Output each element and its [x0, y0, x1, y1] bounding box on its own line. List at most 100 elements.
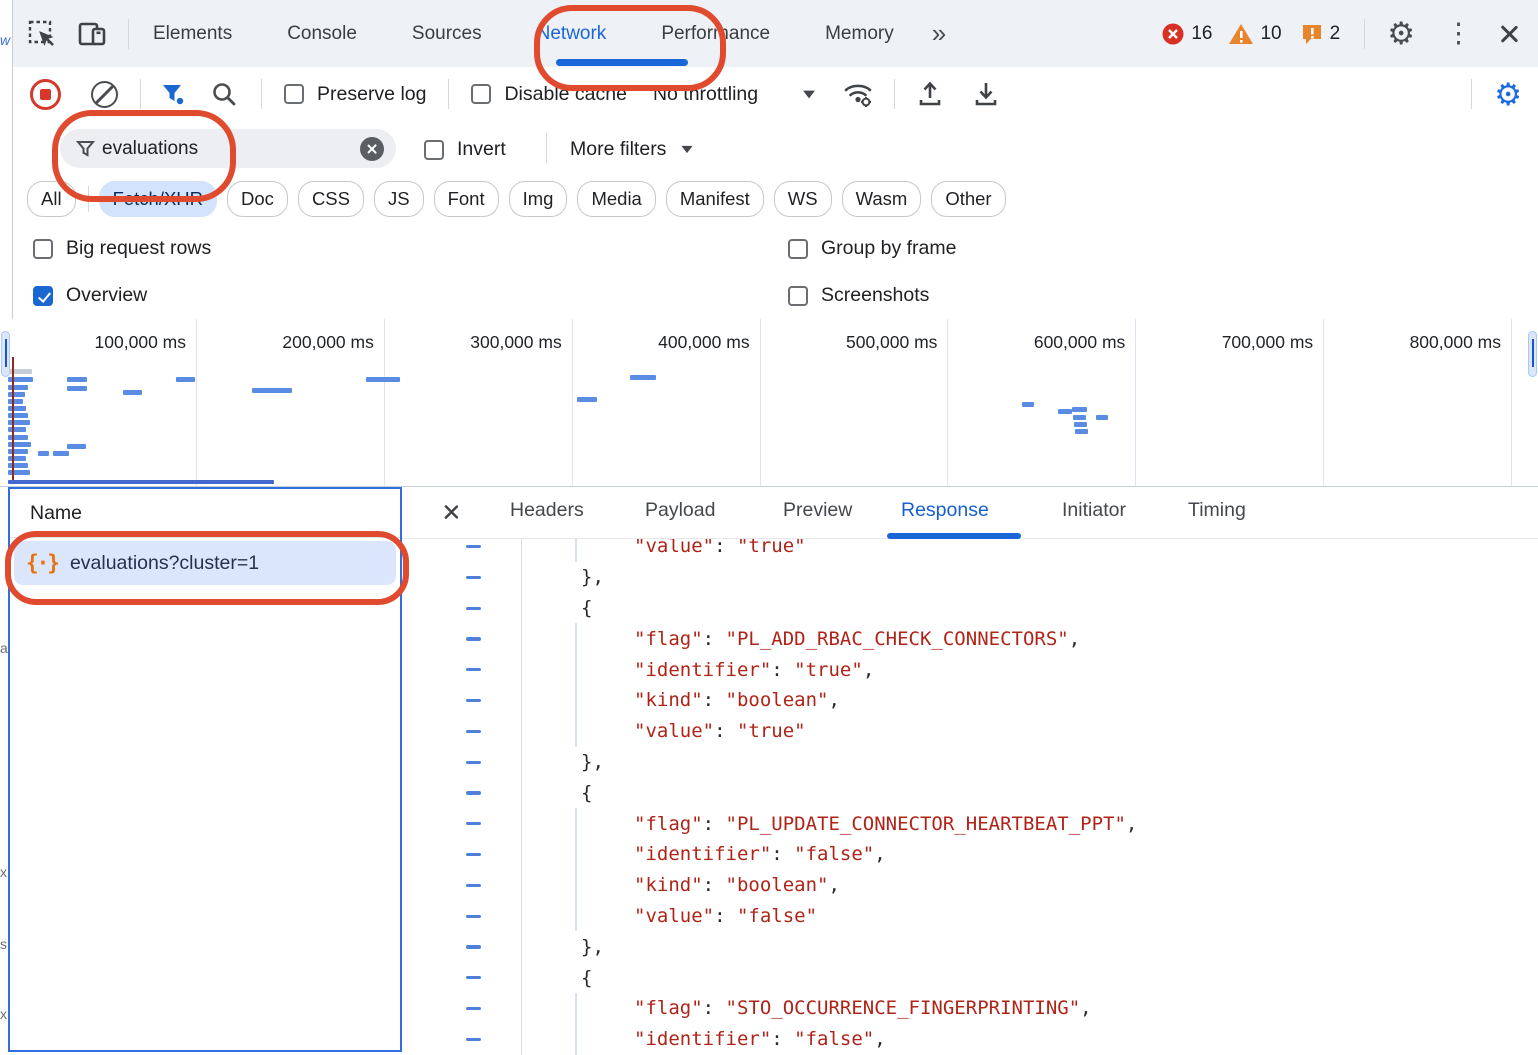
type-chip-doc[interactable]: Doc — [227, 181, 288, 217]
fold-marker-icon[interactable] — [466, 884, 481, 887]
waterfall-bar — [1058, 409, 1072, 414]
code-fold-gutter[interactable] — [402, 901, 522, 932]
detail-tab-initiator[interactable]: Initiator — [1062, 499, 1126, 522]
name-column-header[interactable]: Name — [30, 502, 82, 525]
overview-checkbox[interactable]: Overview — [33, 284, 147, 307]
type-chip-img[interactable]: Img — [509, 181, 568, 217]
code-fold-gutter[interactable] — [402, 962, 522, 993]
response-viewer[interactable]: "value": "true"},{"flag": "PL_ADD_RBAC_C… — [402, 531, 1538, 1052]
clear-filter-icon[interactable] — [360, 137, 384, 161]
overview-right-handle[interactable] — [1528, 331, 1537, 377]
fold-marker-icon[interactable] — [466, 730, 481, 733]
type-chip-fetch-xhr[interactable]: Fetch/XHR — [99, 181, 217, 217]
request-list-header[interactable]: Name — [10, 489, 400, 538]
throttling-select[interactable]: No throttling — [653, 83, 816, 106]
type-chip-css[interactable]: CSS — [298, 181, 364, 217]
issue-count[interactable]: 2 — [1330, 23, 1341, 45]
code-fold-gutter[interactable] — [402, 593, 522, 624]
error-badge-icon[interactable] — [1161, 22, 1185, 46]
issues-badge-icon[interactable] — [1300, 22, 1324, 46]
code-fold-gutter[interactable] — [402, 562, 522, 593]
fold-marker-icon[interactable] — [466, 576, 481, 579]
tab-elements[interactable]: Elements — [147, 23, 238, 45]
fold-marker-icon[interactable] — [466, 945, 481, 948]
type-chip-ws[interactable]: WS — [774, 181, 832, 217]
detail-tab-headers[interactable]: Headers — [510, 499, 584, 522]
close-devtools-icon[interactable] — [1498, 23, 1520, 45]
fold-marker-icon[interactable] — [466, 822, 481, 825]
more-tabs-chevron-icon[interactable]: » — [932, 18, 946, 49]
code-fold-gutter[interactable] — [402, 654, 522, 685]
detail-tab-preview[interactable]: Preview — [783, 499, 852, 522]
group-by-frame-checkbox[interactable]: Group by frame — [788, 237, 956, 260]
device-toolbar-icon[interactable] — [78, 20, 108, 48]
detail-tab-timing[interactable]: Timing — [1188, 499, 1246, 522]
preserve-log-checkbox[interactable]: Preserve log — [284, 83, 426, 106]
big-request-rows-checkbox[interactable]: Big request rows — [33, 237, 211, 260]
code-fold-gutter[interactable] — [402, 685, 522, 716]
filter-funnel-icon[interactable] — [161, 82, 185, 106]
code-fold-gutter[interactable] — [402, 870, 522, 901]
invert-checkbox[interactable]: Invert — [424, 138, 506, 161]
fold-marker-icon[interactable] — [466, 1007, 481, 1010]
code-fold-gutter[interactable] — [402, 777, 522, 808]
kebab-menu-icon[interactable]: ⋮ — [1445, 20, 1472, 47]
more-filters-button[interactable]: More filters — [570, 138, 694, 161]
type-chip-all[interactable]: All — [27, 181, 76, 217]
record-network-log-icon[interactable] — [30, 79, 61, 110]
fold-marker-icon[interactable] — [466, 1038, 481, 1041]
disable-cache-checkbox[interactable]: Disable cache — [471, 83, 626, 106]
chevron-down-icon — [803, 90, 815, 98]
inspect-element-icon[interactable] — [28, 20, 56, 48]
tab-sources[interactable]: Sources — [406, 23, 488, 45]
warning-badge-icon[interactable] — [1228, 22, 1254, 46]
fold-marker-icon[interactable] — [466, 761, 481, 764]
warning-count[interactable]: 10 — [1260, 23, 1281, 45]
fold-marker-icon[interactable] — [466, 637, 481, 640]
tab-performance[interactable]: Performance — [655, 23, 776, 45]
type-chip-manifest[interactable]: Manifest — [666, 181, 764, 217]
fold-marker-icon[interactable] — [466, 668, 481, 671]
code-fold-gutter[interactable] — [402, 808, 522, 839]
request-row-evaluations[interactable]: {·} evaluations?cluster=1 — [14, 541, 396, 585]
code-fold-gutter[interactable] — [402, 993, 522, 1024]
close-detail-icon[interactable] — [442, 503, 460, 521]
fold-marker-icon[interactable] — [466, 915, 481, 918]
network-overview-timeline[interactable]: 100,000 ms200,000 ms300,000 ms400,000 ms… — [0, 319, 1538, 487]
code-fold-gutter[interactable] — [402, 1024, 522, 1055]
search-icon[interactable] — [211, 81, 237, 107]
fold-marker-icon[interactable] — [466, 976, 481, 979]
load-event-line — [12, 357, 14, 480]
type-chip-wasm[interactable]: Wasm — [842, 181, 922, 217]
detail-tab-payload[interactable]: Payload — [645, 499, 715, 522]
type-chip-font[interactable]: Font — [434, 181, 499, 217]
network-settings-gear-icon[interactable]: ⚙ — [1494, 79, 1522, 110]
screenshots-checkbox[interactable]: Screenshots — [788, 284, 929, 307]
tab-network[interactable]: Network — [531, 23, 613, 45]
code-fold-gutter[interactable] — [402, 716, 522, 747]
type-chip-media[interactable]: Media — [577, 181, 655, 217]
detail-tab-response[interactable]: Response — [901, 499, 989, 522]
code-fold-gutter[interactable] — [402, 839, 522, 870]
fold-marker-icon[interactable] — [466, 791, 481, 794]
settings-gear-icon[interactable]: ⚙ — [1387, 18, 1415, 49]
code-text: "value": "true" — [522, 720, 806, 742]
fold-marker-icon[interactable] — [466, 607, 481, 610]
import-har-icon[interactable] — [917, 80, 943, 108]
error-count[interactable]: 16 — [1191, 23, 1212, 45]
code-fold-gutter[interactable] — [402, 623, 522, 654]
clear-network-log-icon[interactable] — [91, 81, 118, 108]
export-har-icon[interactable] — [973, 80, 999, 108]
code-fold-gutter[interactable] — [402, 747, 522, 778]
network-conditions-icon[interactable] — [842, 80, 874, 108]
tab-memory[interactable]: Memory — [819, 23, 900, 45]
type-chip-other[interactable]: Other — [931, 181, 1005, 217]
type-chip-js[interactable]: JS — [374, 181, 424, 217]
response-code-line: "identifier": "false", — [402, 1024, 1538, 1055]
filter-input[interactable]: evaluations — [60, 129, 396, 168]
fold-marker-icon[interactable] — [466, 853, 481, 856]
fold-marker-icon[interactable] — [466, 545, 481, 548]
tab-console[interactable]: Console — [281, 23, 363, 45]
code-fold-gutter[interactable] — [402, 931, 522, 962]
fold-marker-icon[interactable] — [466, 699, 481, 702]
